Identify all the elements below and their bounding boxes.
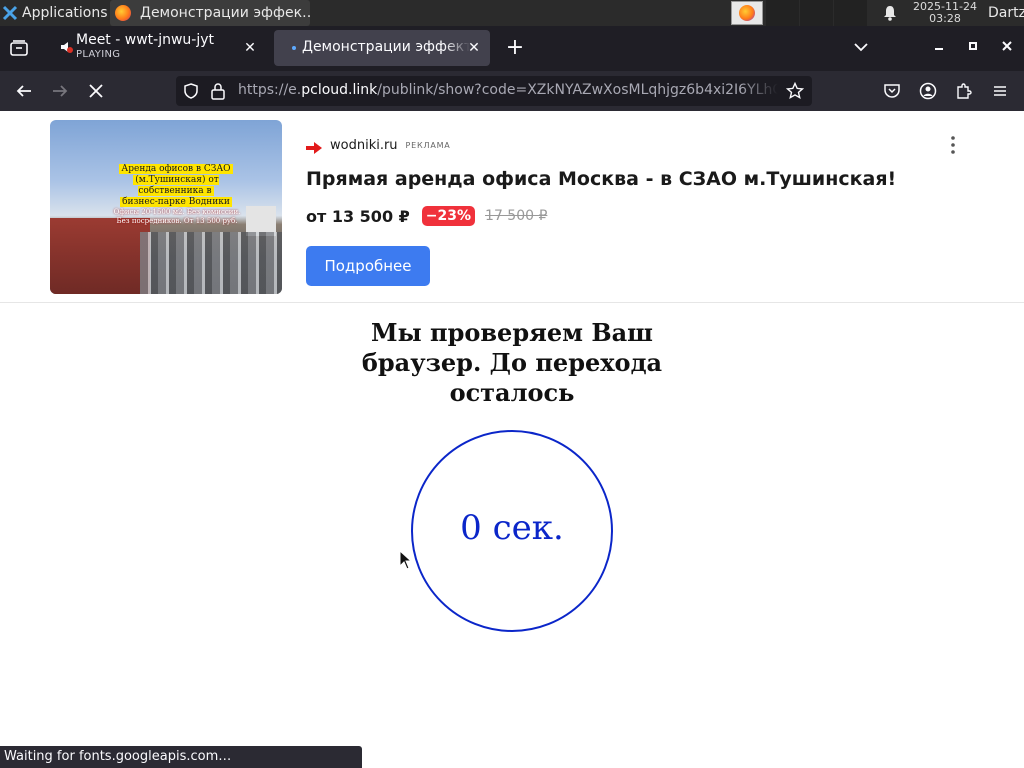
taskbar-window-button[interactable]: Демонстрации эффек… — [110, 0, 310, 26]
user-menu[interactable]: Dartz — [988, 0, 1024, 26]
ad-photo-caption: Аренда офисов в СЗАО (м.Тушинская) от со… — [118, 164, 234, 208]
ad-photo[interactable]: Аренда офисов в СЗАО (м.Тушинская) от со… — [50, 120, 282, 294]
firefox-view-icon[interactable] — [8, 38, 32, 60]
speaker-playing-icon — [60, 39, 74, 53]
tab-title: Демонстрации эффектов — [302, 39, 470, 55]
close-tab-icon[interactable]: ✕ — [242, 40, 258, 56]
browser-tab-strip: Meet - wwt-jnwu-jyt PLAYING ✕ Демонстрац… — [0, 26, 1024, 71]
tab-playing-label: PLAYING — [76, 49, 121, 60]
hamburger-menu-icon[interactable] — [988, 79, 1012, 103]
applications-label: Applications — [22, 5, 108, 21]
ad-photo-caption-line: бизнес-парке Водники — [120, 197, 232, 207]
ad-more-options-icon[interactable] — [944, 134, 962, 156]
ad-photo-roof — [50, 218, 150, 294]
ad-current-price: от 13 500 ₽ — [306, 206, 410, 226]
new-tab-plus-icon[interactable]: + — [503, 37, 527, 61]
ad-old-price: 17 500 ₽ — [485, 208, 548, 224]
stop-loading-icon[interactable] — [84, 79, 108, 103]
countdown-text: 0 сек. — [460, 508, 564, 548]
close-window-icon[interactable] — [997, 38, 1017, 58]
tracking-shield-icon[interactable] — [182, 82, 200, 104]
workspace-box — [730, 1, 763, 25]
firefox-tray-icon — [738, 5, 755, 21]
notification-bell-icon[interactable] — [880, 0, 900, 26]
url-text[interactable]: https://e.pcloud.link/publink/show?code=… — [238, 82, 778, 98]
firefox-icon — [115, 5, 131, 21]
ad-photo-caption-line: Аренда офисов в СЗАО — [119, 164, 233, 174]
close-tab-icon[interactable]: ✕ — [466, 40, 482, 56]
workspace-3[interactable] — [800, 0, 833, 26]
os-taskbar: Applications ⁝ Демонстрации эффек… 2025-… — [0, 0, 1024, 26]
tab-meet[interactable]: Meet - wwt-jnwu-jyt PLAYING ✕ — [50, 30, 266, 66]
applications-menu[interactable]: Applications ⁝ — [0, 0, 108, 26]
bookmark-star-icon[interactable] — [785, 81, 805, 104]
ad-photo-small-text: Офисы 20-1500 м2. Без комиссии. Без поср… — [112, 208, 242, 226]
workspace-2[interactable] — [766, 0, 799, 26]
ad-more-button[interactable]: Подробнее — [306, 246, 430, 286]
ad-banner[interactable]: Аренда офисов в СЗАО (м.Тушинская) от со… — [0, 112, 1024, 303]
taskbar-window-title: Демонстрации эффек… — [140, 5, 310, 21]
forward-arrow-icon[interactable] — [48, 79, 72, 103]
navigation-toolbar: https://e.pcloud.link/publink/show?code=… — [0, 71, 1024, 111]
back-arrow-icon[interactable] — [12, 79, 36, 103]
minimize-window-icon[interactable] — [929, 38, 949, 58]
ad-photo-parking — [140, 232, 282, 294]
mouse-cursor-icon — [399, 550, 413, 570]
ad-domain[interactable]: wodniki.ru — [330, 138, 398, 153]
ad-discount-badge: −23% — [421, 206, 476, 226]
browser-check-heading: Мы проверяем Ваш браузер. До перехода ос… — [361, 318, 663, 407]
workspace-4[interactable] — [834, 0, 867, 26]
url-host: pcloud.link — [301, 82, 378, 98]
status-bar: Waiting for fonts.googleapis.com… — [0, 746, 362, 768]
ad-photo-small-line: Офисы 20-1500 м2. Без комиссии. — [113, 208, 241, 216]
url-scheme: https://e. — [238, 82, 302, 98]
padlock-icon[interactable] — [210, 82, 226, 104]
address-bar[interactable]: https://e.pcloud.link/publink/show?code=… — [176, 76, 812, 106]
pocket-icon[interactable] — [880, 79, 904, 103]
loading-dot-icon — [292, 46, 296, 50]
url-path: /publink/show?code=XZkNYAZwXosMLqhjgz6b4… — [377, 82, 778, 98]
ad-price-row: от 13 500 ₽ −23% 17 500 ₽ — [306, 204, 547, 228]
ad-photo-small-line: Без посредников. От 13 500 руб. — [116, 217, 238, 225]
clock[interactable]: 2025-11-24 03:28 — [906, 0, 984, 26]
xfce-logo-icon — [2, 5, 18, 21]
ad-photo-caption-line: (м.Тушинская) от собственника в — [133, 175, 219, 196]
list-all-tabs-chevron-icon[interactable] — [852, 38, 872, 58]
workspace-preview[interactable] — [730, 0, 763, 26]
red-arrow-icon — [306, 139, 322, 154]
ad-source[interactable]: wodniki.ru РЕКЛАМА — [306, 136, 451, 154]
tab-demo-active[interactable]: Демонстрации эффектов ✕ — [274, 30, 490, 66]
clock-time: 03:28 — [929, 12, 961, 25]
maximize-window-icon[interactable] — [963, 38, 983, 58]
account-icon[interactable] — [916, 79, 940, 103]
extensions-puzzle-icon[interactable] — [952, 79, 976, 103]
ad-label: РЕКЛАМА — [405, 140, 451, 150]
ad-title[interactable]: Прямая аренда офиса Москва - в СЗАО м.Ту… — [306, 168, 896, 190]
tab-title: Meet - wwt-jnwu-jyt — [76, 32, 214, 48]
user-name: Dartz — [988, 5, 1024, 21]
